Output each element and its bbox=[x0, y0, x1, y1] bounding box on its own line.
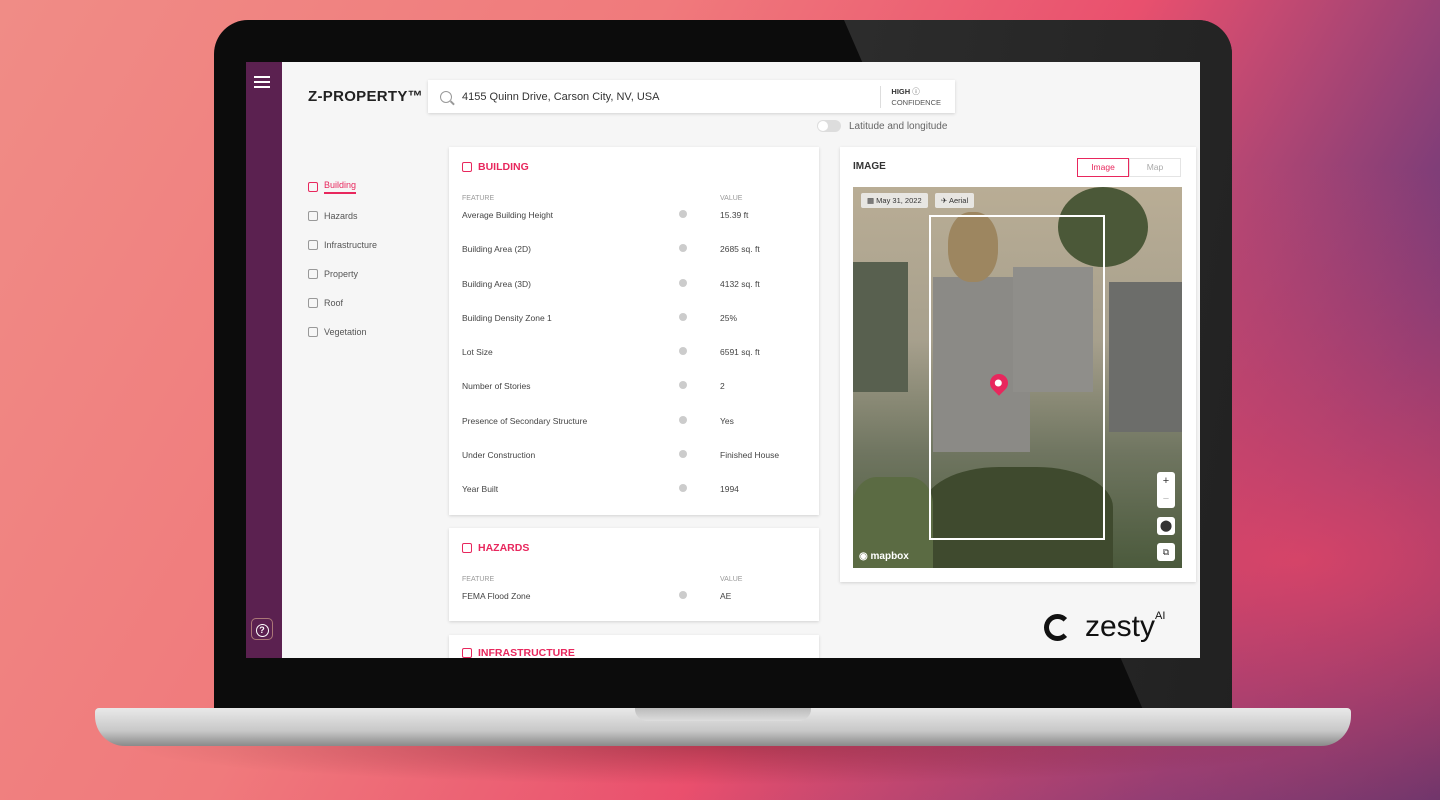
table-row: Presence of Secondary Structure Yes bbox=[449, 415, 819, 450]
feature-value: AE bbox=[720, 591, 732, 601]
aerial-image[interactable]: ▦ May 31, 2022 ✈ Aerial + − ⬤ ⧉ ◉ mapbox bbox=[853, 187, 1182, 568]
date-tag: ▦ May 31, 2022 bbox=[861, 193, 928, 208]
feature-name: Presence of Secondary Structure bbox=[462, 415, 588, 426]
home-icon bbox=[308, 181, 318, 192]
infrastructure-icon bbox=[308, 239, 318, 250]
table-row: Under Construction Finished House bbox=[449, 450, 819, 484]
table-row: Building Area (3D) 4132 sq. ft bbox=[449, 278, 819, 313]
table-row: Lot Size 6591 sq. ft bbox=[449, 347, 819, 381]
home-icon bbox=[462, 162, 472, 172]
info-icon[interactable] bbox=[679, 415, 687, 424]
laptop-shadow bbox=[120, 745, 1320, 785]
nav-item-infrastructure[interactable]: Infrastructure bbox=[308, 230, 377, 259]
toggle-switch[interactable] bbox=[817, 120, 841, 132]
leaf-icon bbox=[308, 326, 318, 337]
info-icon[interactable] bbox=[679, 278, 687, 287]
feature-value: 6591 sq. ft bbox=[720, 347, 760, 358]
locate-button[interactable]: ⬤ bbox=[1157, 517, 1175, 535]
latlong-toggle[interactable]: Latitude and longitude bbox=[817, 120, 947, 132]
image-title: IMAGE bbox=[853, 161, 886, 172]
feature-name: Number of Stories bbox=[462, 381, 531, 392]
info-icon[interactable] bbox=[679, 381, 687, 390]
source-tag: ✈ Aerial bbox=[935, 193, 975, 208]
info-icon[interactable] bbox=[679, 450, 687, 459]
tab-map[interactable]: Map bbox=[1129, 158, 1181, 177]
info-icon[interactable] bbox=[679, 591, 687, 599]
info-icon[interactable] bbox=[679, 312, 687, 321]
layers-icon: ⧉ bbox=[1162, 547, 1170, 557]
property-icon bbox=[308, 268, 318, 279]
feature-value: 15.39 ft bbox=[720, 210, 749, 220]
info-icon[interactable] bbox=[679, 210, 687, 218]
feature-name: Year Built bbox=[462, 484, 499, 495]
feature-value: 2685 sq. ft bbox=[720, 244, 760, 255]
warning-icon bbox=[308, 210, 318, 221]
nav-item-building[interactable]: Building bbox=[308, 172, 377, 201]
zoom-out-button[interactable]: − bbox=[1157, 490, 1175, 508]
building-card: BUILDING FEATURE VALUE Average Building H… bbox=[449, 147, 819, 515]
feature-name: FEMA Flood Zone bbox=[462, 591, 531, 601]
table-row: Building Density Zone 1 25% bbox=[449, 312, 819, 347]
search-input[interactable]: 4155 Quinn Drive, Carson City, NV, USA bbox=[462, 91, 880, 103]
confidence-badge: HIGH ⓘ CONFIDENCE bbox=[880, 85, 955, 108]
info-icon[interactable] bbox=[679, 347, 687, 356]
side-rail: ? bbox=[246, 62, 282, 658]
feature-value: 25% bbox=[720, 312, 738, 323]
table-row: Building Area (2D) 2685 sq. ft bbox=[449, 244, 819, 278]
mapbox-attribution[interactable]: ◉ mapbox bbox=[859, 551, 909, 562]
zoom-in-button[interactable]: + bbox=[1157, 472, 1175, 490]
map-pin-icon: ⬤ bbox=[1159, 520, 1173, 532]
address-search[interactable]: 4155 Quinn Drive, Carson City, NV, USA H… bbox=[428, 80, 955, 113]
table-row: Number of Stories 2 bbox=[449, 381, 819, 415]
image-map-toggle: Image Map bbox=[1077, 158, 1181, 177]
table-row: Year Built 1994 bbox=[449, 484, 819, 518]
laptop-notch bbox=[635, 708, 811, 721]
zesty-logo: zestyAI bbox=[1044, 610, 1165, 644]
nav-item-property[interactable]: Property bbox=[308, 259, 377, 288]
help-button[interactable]: ? bbox=[251, 618, 273, 640]
section-nav: Building Hazards Infrastructure Property Roo… bbox=[308, 172, 377, 346]
layers-button[interactable]: ⧉ bbox=[1157, 543, 1175, 561]
warning-icon bbox=[462, 543, 472, 553]
building-title: BUILDING bbox=[449, 147, 819, 173]
feature-value: Yes bbox=[720, 415, 734, 426]
help-icon: ? bbox=[255, 624, 269, 637]
app-screen: ? Z-PROPERTY™ 4155 Quinn Drive, Carson C… bbox=[246, 62, 1200, 658]
feature-name: Building Area (2D) bbox=[462, 244, 531, 255]
hazards-card: HAZARDS FEATURE VALUE FEMA Flood Zone AE bbox=[449, 528, 819, 621]
feature-name: Building Density Zone 1 bbox=[462, 312, 552, 323]
feature-name: Lot Size bbox=[462, 347, 493, 358]
nav-item-hazards[interactable]: Hazards bbox=[308, 201, 377, 230]
tab-image[interactable]: Image bbox=[1077, 158, 1129, 177]
feature-name: Building Area (3D) bbox=[462, 278, 531, 289]
zoom-controls: + − bbox=[1157, 472, 1175, 508]
info-icon[interactable] bbox=[679, 244, 687, 253]
feature-name: Average Building Height bbox=[462, 210, 554, 220]
info-icon[interactable] bbox=[679, 484, 687, 493]
infrastructure-card: INFRASTRUCTURE bbox=[449, 635, 819, 658]
nav-item-vegetation[interactable]: Vegetation bbox=[308, 317, 377, 346]
roof-icon bbox=[308, 297, 318, 308]
nav-item-roof[interactable]: Roof bbox=[308, 288, 377, 317]
image-card: IMAGE Image Map ▦ May 31, 2022 ✈ Aerial … bbox=[840, 147, 1196, 582]
table-row: Average Building Height 15.39 ft bbox=[449, 210, 819, 244]
infrastructure-icon bbox=[462, 648, 472, 658]
feature-value: Finished House bbox=[720, 450, 780, 461]
table-row: FEMA Flood Zone AE bbox=[449, 591, 819, 625]
feature-name: Under Construction bbox=[462, 450, 536, 461]
feature-value: 4132 sq. ft bbox=[720, 278, 760, 289]
feature-value: 1994 bbox=[720, 484, 739, 495]
app-logo: Z-PROPERTY™ bbox=[308, 88, 423, 105]
feature-value: 2 bbox=[720, 381, 725, 392]
search-icon bbox=[440, 90, 452, 103]
hamburger-menu-icon[interactable] bbox=[254, 76, 270, 88]
